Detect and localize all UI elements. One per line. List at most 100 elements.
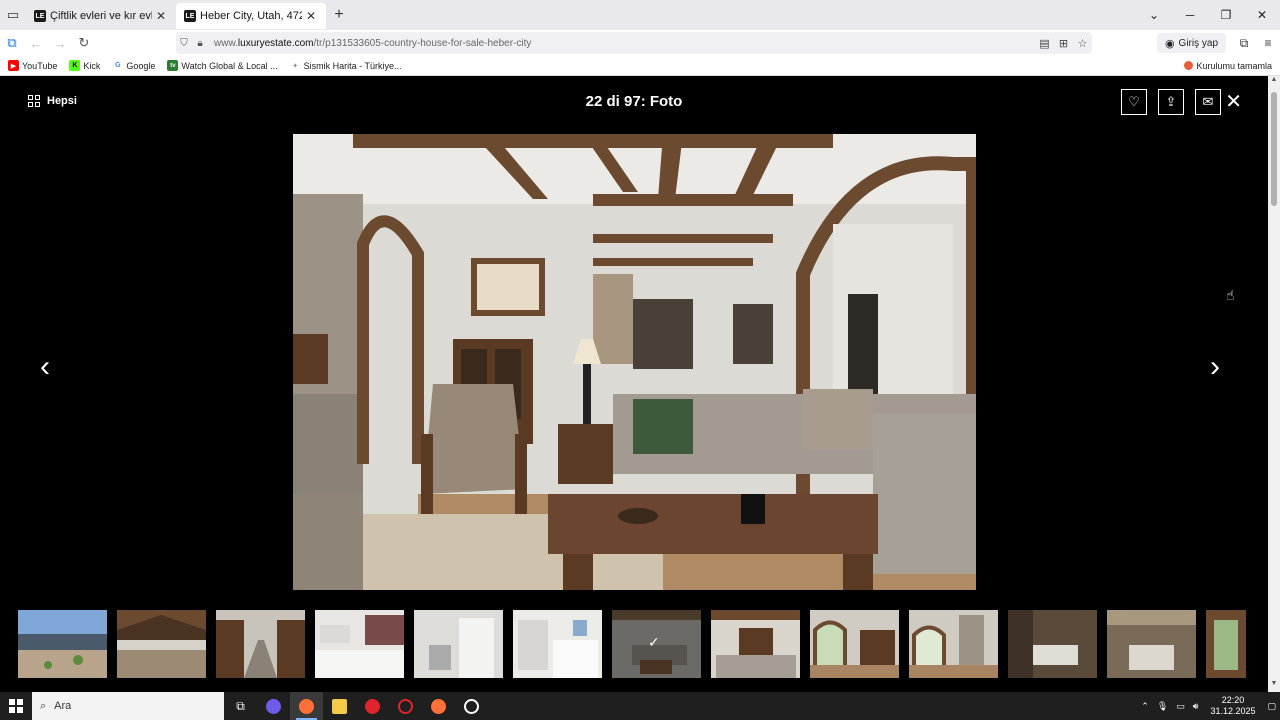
share-icon[interactable]: ⇪ <box>1158 89 1184 115</box>
windows-logo <box>9 699 23 713</box>
mail-icon[interactable]: ✉ <box>1195 89 1221 115</box>
volume-icon[interactable]: 🔊︎ <box>1193 701 1199 712</box>
heart-icon[interactable]: ♡ <box>1121 89 1147 115</box>
url-bar[interactable]: ⛉ 🔒︎ www.luxuryestate.com/tr/p131533605-… <box>176 32 1092 54</box>
extensions-icon[interactable]: ⧉ <box>1232 36 1256 51</box>
bookmarks-bar: ▶ YouTube K Kick G Google tv Watch Global & … <box>0 56 1280 76</box>
tv-icon: tv <box>167 60 179 71</box>
clock-time: 22:20 <box>1221 695 1245 705</box>
taskbar-app-firefox-icon[interactable] <box>290 692 323 720</box>
taskbar-app-explorer-icon[interactable] <box>323 692 356 720</box>
photo-gallery: Hepsi 22 di 97: Foto ♡ ⇪ ✉ ✕ ‹ › ✓ <box>0 76 1268 692</box>
tab-2-close-icon[interactable]: ✕ <box>304 9 318 23</box>
photo-counter: 22 di 97: Foto <box>585 93 683 110</box>
bookmark-google[interactable]: G Google <box>112 60 155 71</box>
tab-list-icon[interactable]: ▭ <box>0 0 26 30</box>
network-icon[interactable]: ▭ <box>1176 701 1185 712</box>
bookmark-watch-global[interactable]: tv Watch Global & Local ... <box>167 60 278 71</box>
taskbar-app-copilot-icon[interactable] <box>257 692 290 720</box>
window-restore-icon[interactable]: ❐ <box>1208 8 1244 22</box>
window-minimize-icon[interactable]: ─ <box>1172 8 1208 22</box>
thumbnail[interactable] <box>1107 610 1196 678</box>
menu-icon[interactable]: ≡ <box>1256 36 1280 50</box>
taskbar-app-firefox-2-icon[interactable] <box>422 692 455 720</box>
thumbnail-image <box>1008 610 1097 678</box>
chevron-left-icon[interactable]: ‹ <box>40 352 50 382</box>
sidebar-toggle-icon[interactable]: ⧉ <box>0 35 24 51</box>
task-view-icon[interactable]: ⧉ <box>224 692 257 720</box>
tab-2[interactable]: LE Heber City, Utah, 472 m2 satılık ✕ <box>176 3 326 29</box>
thumbnail-image <box>1107 610 1196 678</box>
thumbnail-image <box>909 610 998 678</box>
tab-1-favicon: LE <box>34 10 46 22</box>
thumbnail[interactable] <box>909 610 998 678</box>
page-scrollbar[interactable]: ▲ ▼ <box>1268 76 1280 692</box>
reload-icon[interactable]: ↻ <box>72 35 96 51</box>
forward-icon[interactable]: → <box>48 36 72 51</box>
living-room-photo <box>293 134 976 590</box>
taskbar-search[interactable]: ⌕ Ara <box>32 692 224 720</box>
reader-view-icon[interactable]: ▤ <box>1035 37 1054 50</box>
bookmark-star-icon[interactable]: ☆ <box>1073 37 1092 50</box>
bookmark-youtube[interactable]: ▶ YouTube <box>8 60 57 71</box>
thumbnail[interactable] <box>414 610 503 678</box>
scroll-up-icon[interactable]: ▲ <box>1268 76 1280 88</box>
clock-date: 31.12.2025 <box>1210 706 1256 716</box>
taskbar-search-placeholder: Ara <box>54 700 72 712</box>
thumbnail[interactable] <box>513 610 602 678</box>
thumbnail-image <box>1206 610 1246 678</box>
system-tray: ⌃ 🎙︎ ▭ 🔊︎ 22:20 31.12.2025 ▢ <box>1137 695 1280 717</box>
thumbnail-selected[interactable]: ✓ <box>612 610 701 678</box>
window-close-icon[interactable]: ✕ <box>1244 8 1280 22</box>
notification-icon[interactable]: ▢ <box>1267 701 1276 712</box>
taskbar-app-chrome-icon[interactable] <box>455 692 488 720</box>
thumbnail[interactable] <box>1008 610 1097 678</box>
thumbnail[interactable] <box>18 610 107 678</box>
youtube-icon: ▶ <box>8 60 19 71</box>
thumbnail-image <box>810 610 899 678</box>
thumbnail-image <box>216 610 305 678</box>
url-text: www.luxuryestate.com/tr/p131533605-count… <box>214 37 532 49</box>
shield-icon[interactable]: ⛉ <box>176 38 192 49</box>
back-icon[interactable]: ← <box>24 36 48 51</box>
bookmark-sismik[interactable]: ✦ Sismik Harita - Türkiye... <box>290 60 401 71</box>
tab-bar: ▭ LE Çiftlik evleri ve kır evleri satılı… <box>0 0 1280 30</box>
lock-icon[interactable]: 🔒︎ <box>192 38 208 49</box>
tab-overflow-chevron-icon[interactable]: ⌄ <box>1136 8 1172 22</box>
tab-2-title: Heber City, Utah, 472 m2 satılık <box>200 10 302 22</box>
new-tab-icon[interactable]: + <box>326 6 352 24</box>
thumbnail[interactable] <box>315 610 404 678</box>
thumbnail-image <box>711 610 800 678</box>
chevron-right-icon[interactable]: › <box>1210 352 1220 382</box>
scrollbar-thumb[interactable] <box>1271 92 1277 206</box>
clock[interactable]: 22:20 31.12.2025 <box>1210 695 1255 717</box>
taskbar-app-opera-gx-icon[interactable] <box>389 692 422 720</box>
check-icon: ✓ <box>648 634 660 650</box>
close-icon[interactable]: ✕ <box>1225 92 1242 112</box>
windows-start-icon[interactable] <box>0 692 32 720</box>
tray-expand-icon[interactable]: ⌃ <box>1141 701 1149 712</box>
signin-label: Giriş yap <box>1178 37 1218 49</box>
signin-button[interactable]: ◉ Giriş yap <box>1156 33 1226 53</box>
microphone-icon[interactable]: 🎙︎ <box>1157 701 1168 712</box>
install-icon[interactable]: ⊞ <box>1054 37 1073 50</box>
tab-1[interactable]: LE Çiftlik evleri ve kır evleri satılık … <box>26 3 176 29</box>
kick-icon: K <box>69 60 81 71</box>
thumbnail-partial[interactable] <box>1206 610 1246 678</box>
thumbnail[interactable] <box>216 610 305 678</box>
account-icon: ◉ <box>1164 37 1175 50</box>
thumbnail-strip: ✓ <box>18 610 1246 678</box>
thumbnail-image <box>414 610 503 678</box>
tab-1-close-icon[interactable]: ✕ <box>154 9 168 23</box>
scroll-down-icon[interactable]: ▼ <box>1268 680 1280 692</box>
mouse-cursor-icon: ☝ <box>1226 287 1235 303</box>
thumbnail[interactable] <box>711 610 800 678</box>
bookmark-kick[interactable]: K Kick <box>69 60 100 71</box>
taskbar-app-opera-icon[interactable] <box>356 692 389 720</box>
search-icon: ⌕ <box>40 699 47 712</box>
setup-complete[interactable]: Kurulumu tamamla <box>1184 61 1272 71</box>
tab-2-favicon: LE <box>184 10 196 22</box>
thumbnail[interactable] <box>810 610 899 678</box>
thumbnail[interactable] <box>117 610 206 678</box>
thumbnail-image <box>315 610 404 678</box>
